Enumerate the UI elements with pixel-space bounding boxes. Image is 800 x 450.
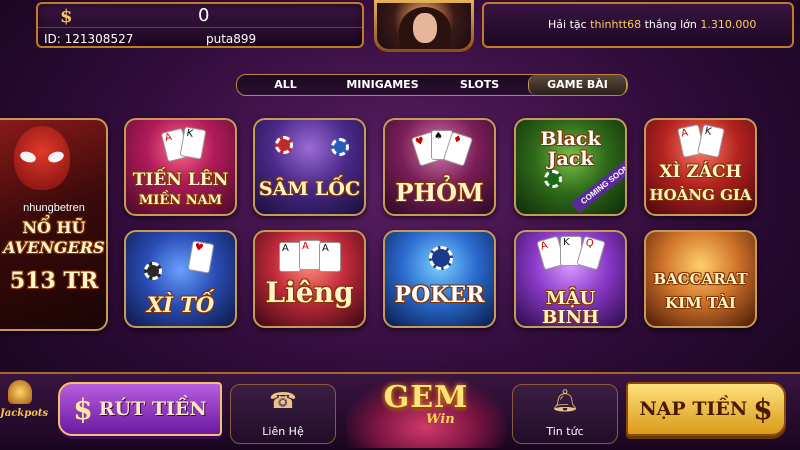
game-tile-poker[interactable]: POKER xyxy=(383,230,496,328)
game-tile-phom[interactable]: ♥ ♠ ♦ PHỎM xyxy=(383,118,496,216)
game-title: Liêng xyxy=(265,276,354,309)
game-subtitle: MIỀN NAM xyxy=(138,193,223,208)
tab-minigames[interactable]: MINIGAMES xyxy=(334,75,431,95)
chip-icon xyxy=(275,136,293,154)
deposit-label: NẠP TIỀN xyxy=(639,398,748,420)
chip-icon xyxy=(144,262,162,280)
chip-icon xyxy=(331,138,349,156)
game-tile-xi-to[interactable]: ♥ XÌ TỐ xyxy=(124,230,237,328)
jackpot-gem-icon xyxy=(8,380,32,404)
contact-label: Liên Hệ xyxy=(262,425,304,438)
jackpots-button[interactable]: Jackpots xyxy=(0,380,52,440)
bell-icon: 🔔︎ xyxy=(551,389,579,414)
game-tile-baccarat[interactable]: BACCARAT KIM TÀI xyxy=(644,230,757,328)
game-subtitle: KIM TÀI xyxy=(665,294,736,312)
jackpot-ticker: Hải tặc thinhtt68 thắng lớn 1.310.000 xyxy=(482,2,794,48)
game-title: XÌ ZÁCH xyxy=(659,162,742,182)
playing-card-icon: ♥ xyxy=(187,240,215,274)
game-tile-xi-zach[interactable]: A K XÌ ZÁCH HOÀNG GIA xyxy=(644,118,757,216)
spiderman-icon xyxy=(14,126,70,190)
logo-sub: Win xyxy=(426,412,455,427)
playing-card-icon: A xyxy=(279,242,301,272)
game-tile-sam-loc[interactable]: SÂM LỐC xyxy=(253,118,366,216)
account-panel: $ 0 ID: 121308527 puta899 xyxy=(36,2,364,48)
balance-row: $ 0 xyxy=(38,4,362,28)
tab-all[interactable]: ALL xyxy=(237,75,334,95)
withdraw-button[interactable]: $ RÚT TIỀN xyxy=(58,382,222,436)
avatar[interactable] xyxy=(374,0,474,52)
game-title: SÂM LỐC xyxy=(258,178,361,200)
game-tile-black-jack[interactable]: Black Jack COMING SOON xyxy=(514,118,627,216)
tab-game-bai[interactable]: GAME BÀI xyxy=(528,75,627,95)
game-title: Black Jack xyxy=(540,128,601,170)
playing-card-icon: A xyxy=(299,240,321,270)
tab-slots[interactable]: SLOTS xyxy=(431,75,528,95)
chip-icon xyxy=(429,246,453,270)
featured-title: NỔ HŨ xyxy=(22,218,86,237)
game-title: XÌ TỐ xyxy=(146,292,215,317)
logo-main: GEM xyxy=(383,380,469,415)
notice-middle: thắng lớn xyxy=(644,18,697,31)
username: puta899 xyxy=(206,32,257,46)
game-subtitle: HOÀNG GIA xyxy=(649,186,752,204)
game-tile-lieng[interactable]: A A A Liêng xyxy=(253,230,366,328)
featured-amount: 513 TR xyxy=(9,268,99,294)
game-title: MẬU BINH xyxy=(541,288,600,328)
game-title: BACCARAT xyxy=(653,270,748,288)
dollar-icon: $ xyxy=(60,6,73,27)
jackpots-label: Jackpots xyxy=(0,408,49,419)
game-title: PHỎM xyxy=(395,178,484,207)
game-tile-tien-len[interactable]: A K TIẾN LÊN MIỀN NAM xyxy=(124,118,237,216)
user-id: ID: 121308527 xyxy=(44,32,134,46)
notice-player: thinhtt68 xyxy=(590,18,642,31)
chip-icon xyxy=(544,170,562,188)
notice-amount: 1.310.000 xyxy=(700,18,757,31)
phone-icon: ☎ xyxy=(269,389,297,414)
featured-subtitle: AVENGERS xyxy=(3,238,105,257)
playing-card-icon: K xyxy=(697,124,725,158)
gem-win-logo: GEM Win xyxy=(346,378,506,448)
playing-card-icon: A xyxy=(319,242,341,272)
deposit-button[interactable]: NẠP TIỀN $ xyxy=(626,382,786,436)
jackpot-notice: Hải tặc thinhtt68 thắng lớn 1.310.000 xyxy=(548,18,756,31)
contact-button[interactable]: ☎ Liên Hệ xyxy=(230,384,336,444)
dollar-icon: $ xyxy=(73,392,93,426)
balance-value: 0 xyxy=(198,5,210,26)
game-tile-mau-binh[interactable]: A K Q MẬU BINH xyxy=(514,230,627,328)
playing-card-icon: K xyxy=(179,126,207,160)
notice-prefix: Hải tặc xyxy=(548,18,587,31)
avatar-image xyxy=(377,3,471,49)
game-title: TIẾN LÊN xyxy=(132,170,229,190)
news-button[interactable]: 🔔︎ Tin tức xyxy=(512,384,618,444)
withdraw-label: RÚT TIỀN xyxy=(98,398,207,420)
dollar-icon: $ xyxy=(753,392,773,426)
category-tabs: ALL MINIGAMES SLOTS GAME BÀI xyxy=(236,74,628,96)
avengers-jackpot-tile[interactable]: nhungbetren NỔ HŨ AVENGERS 513 TR xyxy=(0,118,108,331)
news-label: Tin tức xyxy=(546,425,584,438)
featured-banner: nhungbetren xyxy=(23,202,85,214)
game-title: POKER xyxy=(394,282,485,308)
